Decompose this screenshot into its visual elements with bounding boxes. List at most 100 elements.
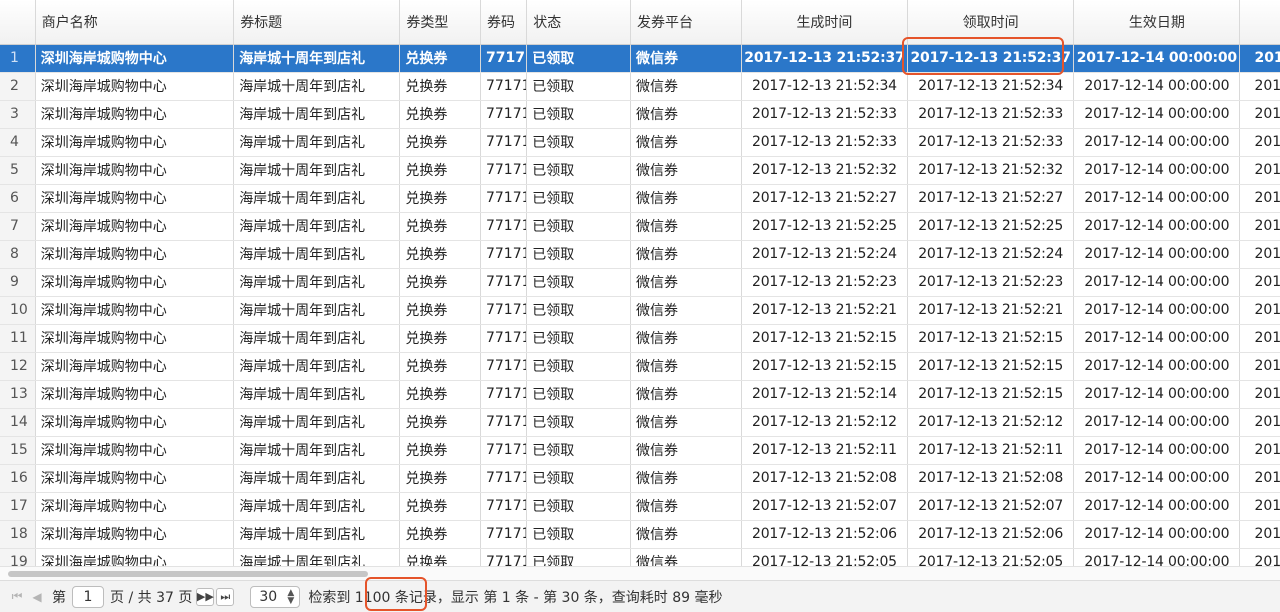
cell-code[interactable]: 77171	[480, 240, 528, 269]
cell-platform[interactable]: 微信券	[630, 324, 742, 353]
cell-claimed[interactable]: 2017-12-13 21:52:33	[907, 128, 1075, 157]
cell-extra[interactable]: 2017	[1239, 212, 1280, 241]
cell-created[interactable]: 2017-12-13 21:52:14	[741, 380, 909, 409]
cell-merchant[interactable]: 深圳海岸城购物中心	[35, 72, 235, 101]
row-number[interactable]: 4	[0, 128, 36, 157]
next-page-icon[interactable]: ▶▶	[196, 587, 215, 606]
cell-platform[interactable]: 微信券	[630, 212, 742, 241]
cell-created[interactable]: 2017-12-13 21:52:12	[741, 408, 909, 437]
row-number[interactable]: 17	[0, 492, 36, 521]
cell-platform[interactable]: 微信券	[630, 156, 742, 185]
prev-page-icon[interactable]: ◀	[28, 588, 46, 606]
cell-effective[interactable]: 2017-12-14 00:00:00	[1073, 380, 1241, 409]
table-row[interactable]: 1深圳海岸城购物中心海岸城十周年到店礼兑换券77171已领取微信券2017-12…	[0, 44, 1280, 73]
table-row[interactable]: 16 深圳海岸城购物中心 海岸城十周年到店礼 兑换券 77171 已领取 微信券 2017-1…	[0, 464, 1280, 493]
cell-effective[interactable]: 2017-12-14 00:00:00	[1073, 520, 1241, 549]
cell-effective[interactable]: 2017-12-14 00:00:00	[1073, 212, 1241, 241]
cell-extra[interactable]: 2017	[1239, 268, 1280, 297]
cell-merchant[interactable]: 深圳海岸城购物中心	[35, 408, 235, 437]
cell-platform[interactable]: 微信券	[630, 352, 742, 381]
table-row[interactable]: 18 深圳海岸城购物中心 海岸城十周年到店礼 兑换券 77171 已领取 微信券 2017-1…	[0, 520, 1280, 549]
cell-title[interactable]: 海岸城十周年到店礼	[233, 184, 401, 213]
cell-code[interactable]: 77171	[480, 380, 528, 409]
row-number[interactable]: 18	[0, 520, 36, 549]
cell-title[interactable]: 海岸城十周年到店礼	[233, 212, 401, 241]
row-number[interactable]: 14	[0, 408, 36, 437]
row-number[interactable]: 11	[0, 324, 36, 353]
cell-type[interactable]: 兑换券	[399, 184, 481, 213]
table-row[interactable]: 8 深圳海岸城购物中心 海岸城十周年到店礼 兑换券 77171 已领取 微信券 2017-12…	[0, 240, 1280, 269]
cell-code[interactable]: 77171	[480, 324, 528, 353]
header-effective[interactable]: 生效日期	[1073, 0, 1241, 45]
cell-merchant[interactable]: 深圳海岸城购物中心	[35, 184, 235, 213]
horizontal-scrollbar[interactable]	[0, 566, 1280, 580]
cell-merchant[interactable]: 深圳海岸城购物中心	[35, 128, 235, 157]
cell-code[interactable]: 77171	[480, 184, 528, 213]
row-number[interactable]: 2	[0, 72, 36, 101]
cell-claimed[interactable]: 2017-12-13 21:52:08	[907, 464, 1075, 493]
cell-extra[interactable]: 2017	[1239, 128, 1280, 157]
cell-created[interactable]: 2017-12-13 21:52:33	[741, 100, 909, 129]
cell-code[interactable]: 77171	[480, 72, 528, 101]
row-number[interactable]: 5	[0, 156, 36, 185]
cell-merchant[interactable]: 深圳海岸城购物中心	[35, 240, 235, 269]
header-created[interactable]: 生成时间	[741, 0, 909, 45]
cell-extra[interactable]: 2017	[1239, 520, 1280, 549]
table-row[interactable]: 19 深圳海岸城购物中心 海岸城十周年到店礼 兑换券 77171 已领取 微信券 2017-1…	[0, 548, 1280, 566]
cell-title[interactable]: 海岸城十周年到店礼	[233, 324, 401, 353]
cell-claimed[interactable]: 2017-12-13 21:52:06	[907, 520, 1075, 549]
cell-status[interactable]: 已领取	[526, 240, 632, 269]
cell-title[interactable]: 海岸城十周年到店礼	[233, 492, 401, 521]
table-row[interactable]: 10 深圳海岸城购物中心 海岸城十周年到店礼 兑换券 77171 已领取 微信券 2017-1…	[0, 296, 1280, 325]
cell-merchant[interactable]: 深圳海岸城购物中心	[35, 436, 235, 465]
cell-claimed[interactable]: 2017-12-13 21:52:32	[907, 156, 1075, 185]
cell-title[interactable]: 海岸城十周年到店礼	[233, 436, 401, 465]
cell-effective[interactable]: 2017-12-14 00:00:00	[1073, 548, 1241, 566]
cell-created[interactable]: 2017-12-13 21:52:34	[741, 72, 909, 101]
cell-type[interactable]: 兑换券	[399, 492, 481, 521]
row-number[interactable]: 19	[0, 548, 36, 566]
cell-created[interactable]: 2017-12-13 21:52:37	[741, 44, 909, 73]
row-number[interactable]: 3	[0, 100, 36, 129]
cell-created[interactable]: 2017-12-13 21:52:33	[741, 128, 909, 157]
cell-status[interactable]: 已领取	[526, 464, 632, 493]
cell-effective[interactable]: 2017-12-14 00:00:00	[1073, 464, 1241, 493]
table-row[interactable]: 3 深圳海岸城购物中心 海岸城十周年到店礼 兑换券 77171 已领取 微信券 2017-12…	[0, 100, 1280, 129]
cell-status[interactable]: 已领取	[526, 296, 632, 325]
cell-effective[interactable]: 2017-12-14 00:00:00	[1073, 408, 1241, 437]
cell-created[interactable]: 2017-12-13 21:52:23	[741, 268, 909, 297]
cell-effective[interactable]: 2017-12-14 00:00:00	[1073, 128, 1241, 157]
header-type[interactable]: 券类型	[399, 0, 481, 45]
cell-effective[interactable]: 2017-12-14 00:00:00	[1073, 184, 1241, 213]
page-number-input[interactable]: 1	[72, 585, 104, 608]
cell-created[interactable]: 2017-12-13 21:52:15	[741, 324, 909, 353]
cell-code[interactable]: 77171	[480, 492, 528, 521]
cell-effective[interactable]: 2017-12-14 00:00:00	[1073, 436, 1241, 465]
table-row[interactable]: 12 深圳海岸城购物中心 海岸城十周年到店礼 兑换券 77171 已领取 微信券 2017-1…	[0, 352, 1280, 381]
header-merchant[interactable]: 商户名称	[35, 0, 235, 45]
cell-claimed[interactable]: 2017-12-13 21:52:15	[907, 324, 1075, 353]
cell-merchant[interactable]: 深圳海岸城购物中心	[35, 548, 235, 566]
cell-title[interactable]: 海岸城十周年到店礼	[233, 380, 401, 409]
cell-status[interactable]: 已领取	[526, 548, 632, 566]
cell-type[interactable]: 兑换券	[399, 212, 481, 241]
cell-code[interactable]: 77171	[480, 268, 528, 297]
table-row[interactable]: 11 深圳海岸城购物中心 海岸城十周年到店礼 兑换券 77171 已领取 微信券 2017-1…	[0, 324, 1280, 353]
cell-type[interactable]: 兑换券	[399, 520, 481, 549]
cell-effective[interactable]: 2017-12-14 00:00:00	[1073, 352, 1241, 381]
cell-code[interactable]: 77171	[480, 352, 528, 381]
cell-claimed[interactable]: 2017-12-13 21:52:21	[907, 296, 1075, 325]
cell-claimed[interactable]: 2017-12-13 21:52:15	[907, 380, 1075, 409]
cell-title[interactable]: 海岸城十周年到店礼	[233, 268, 401, 297]
table-row[interactable]: 2 深圳海岸城购物中心 海岸城十周年到店礼 兑换券 77171 已领取 微信券 2017-12…	[0, 72, 1280, 101]
cell-claimed[interactable]: 2017-12-13 21:52:11	[907, 436, 1075, 465]
cell-status[interactable]: 已领取	[526, 492, 632, 521]
cell-created[interactable]: 2017-12-13 21:52:25	[741, 212, 909, 241]
cell-created[interactable]: 2017-12-13 21:52:21	[741, 296, 909, 325]
cell-extra[interactable]: 2017	[1239, 464, 1280, 493]
cell-effective[interactable]: 2017-12-14 00:00:00	[1073, 44, 1241, 73]
cell-effective[interactable]: 2017-12-14 00:00:00	[1073, 296, 1241, 325]
row-number[interactable]: 16	[0, 464, 36, 493]
cell-created[interactable]: 2017-12-13 21:52:05	[741, 548, 909, 566]
cell-platform[interactable]: 微信券	[630, 128, 742, 157]
